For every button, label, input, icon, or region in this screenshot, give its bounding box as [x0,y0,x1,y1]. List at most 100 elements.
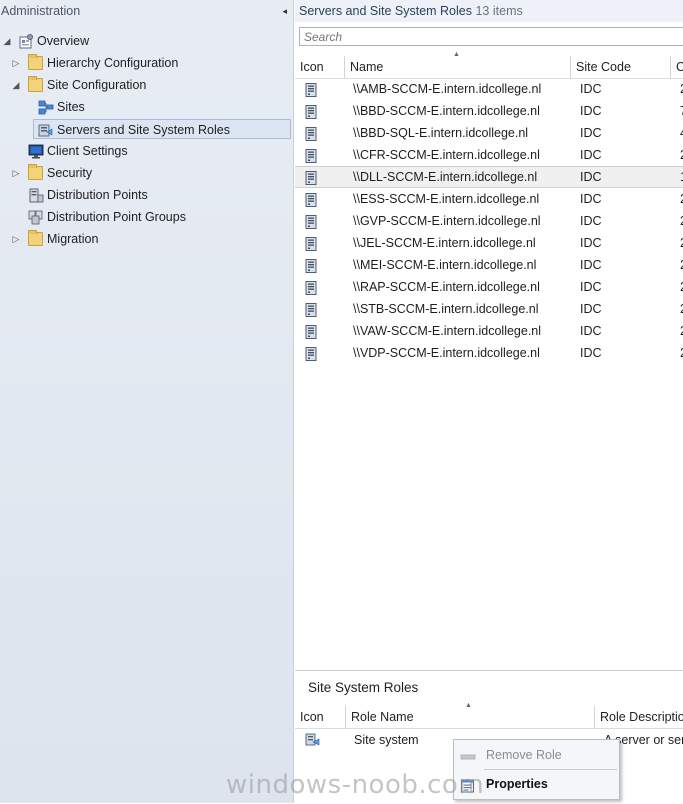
expanded-arrow-icon[interactable]: ◢ [2,31,12,51]
tree-item-label: Site Configuration [47,78,147,92]
server-name-cell: \\STB-SCCM-E.intern.idcollege.nl [353,302,539,316]
monitor-icon [28,144,44,159]
server-list: \\AMB-SCCM-E.intern.idcollege.nlIDC2\\BB… [295,78,683,364]
tree-item-distribution-points[interactable]: Distribution Points [0,185,294,205]
table-row[interactable]: \\BBD-SCCM-E.intern.idcollege.nlIDC7 [295,100,683,122]
table-row[interactable]: \\ESS-SCCM-E.intern.idcollege.nlIDC2 [295,188,683,210]
site-code-cell: IDC [580,82,602,96]
server-icon [305,258,317,273]
search-input[interactable] [299,27,683,46]
column-header-icon[interactable]: Icon [295,706,346,728]
results-pane: Servers and Site System Roles 13 items ▲… [295,0,683,804]
column-header-name[interactable]: Name [345,56,571,78]
table-row[interactable]: \\RAP-SCCM-E.intern.idcollege.nlIDC2 [295,276,683,298]
tree-item-client-settings[interactable]: Client Settings [0,141,294,161]
column-header-icon[interactable]: Icon [295,56,345,78]
site-code-cell: IDC [580,104,602,118]
remove-role-icon [460,748,476,762]
tree-item-migration[interactable]: ▷ Migration [0,229,294,249]
tree-item-label: Security [47,166,93,180]
server-name-cell: \\GVP-SCCM-E.intern.idcollege.nl [353,214,541,228]
table-row[interactable]: \\DLL-SCCM-E.intern.idcollege.nlIDC1 [295,166,683,188]
server-icon [305,302,317,317]
tree-item-site-configuration[interactable]: ◢ Site Configuration [0,75,294,95]
tree-item-security[interactable]: ▷ Security [0,163,294,183]
collapsed-arrow-icon[interactable]: ▷ [11,163,21,183]
server-name-cell: \\DLL-SCCM-E.intern.idcollege.nl [353,170,538,184]
server-icon [305,171,317,185]
table-row[interactable]: \\STB-SCCM-E.intern.idcollege.nlIDC2 [295,298,683,320]
site-code-cell: IDC [580,346,602,360]
results-header: Servers and Site System Roles 13 items [295,0,683,22]
column-header-role-description[interactable]: Role Description [595,706,683,728]
watermark: windows-noob.com [226,770,485,800]
menu-separator [484,769,617,770]
tree-item-label: Client Settings [47,144,128,158]
site-code-cell: IDC [580,324,602,338]
site-code-cell: IDC [580,148,602,162]
table-row[interactable]: \\BBD-SQL-E.intern.idcollege.nlIDC4 [295,122,683,144]
table-row[interactable]: \\VDP-SCCM-E.intern.idcollege.nlIDC2 [295,342,683,364]
folder-icon [28,164,43,180]
tree-item-label: Distribution Point Groups [47,210,186,224]
collapsed-arrow-icon[interactable]: ▷ [11,53,21,73]
server-icon [305,280,317,295]
server-icon [305,126,317,141]
menu-item-label: Properties [486,777,548,791]
site-system-role-icon [305,732,320,747]
column-header-site-code[interactable]: Site Code [571,56,671,78]
site-code-cell: IDC [580,192,602,206]
table-row[interactable]: \\GVP-SCCM-E.intern.idcollege.nlIDC2 [295,210,683,232]
nav-pane-header: Administration ◂ [0,0,293,22]
tree-item-sites[interactable]: Sites [0,97,294,117]
item-count: 13 items [475,4,523,18]
server-icon [305,82,317,97]
tree-item-label: Servers and Site System Roles [57,123,230,137]
server-name-cell: \\CFR-SCCM-E.intern.idcollege.nl [353,148,540,162]
server-icon [305,346,317,361]
results-title: Servers and Site System Roles [299,4,472,18]
tree-item-overview[interactable]: ◢ Overview [0,31,294,51]
table-row[interactable]: \\AMB-SCCM-E.intern.idcollege.nlIDC2 [295,78,683,100]
server-icon [305,192,317,207]
tree-item-hierarchy-configuration[interactable]: ▷ Hierarchy Configuration [0,53,294,73]
server-icon [305,214,317,229]
server-icon [305,324,317,339]
table-row[interactable]: \\JEL-SCCM-E.intern.idcollege.nlIDC2 [295,232,683,254]
folder-icon [28,76,43,92]
site-code-cell: IDC [580,214,602,228]
expanded-arrow-icon[interactable]: ◢ [11,75,21,95]
site-code-cell: IDC [580,236,602,250]
sites-icon [38,100,54,115]
distribution-point-groups-icon [28,210,43,225]
server-name-cell: \\AMB-SCCM-E.intern.idcollege.nl [353,82,542,96]
site-code-cell: IDC [580,258,602,272]
menu-item-label: Remove Role [486,748,562,762]
site-code-cell: IDC [580,280,602,294]
folder-icon [28,230,43,246]
collapse-pane-icon[interactable]: ◂ [282,0,287,22]
menu-item-remove-role[interactable]: Remove Role [454,743,619,767]
overview-icon [18,34,33,49]
server-name-cell: \\BBD-SCCM-E.intern.idcollege.nl [353,104,540,118]
server-name-cell: \\BBD-SQL-E.intern.idcollege.nl [353,126,529,140]
server-name-cell: \\JEL-SCCM-E.intern.idcollege.nl [353,236,536,250]
folder-icon [28,54,43,70]
column-header-c[interactable]: C [671,56,683,78]
server-name-cell: \\VDP-SCCM-E.intern.idcollege.nl [353,346,540,360]
table-row[interactable]: \\CFR-SCCM-E.intern.idcollege.nlIDC2 [295,144,683,166]
tree-item-label: Overview [37,34,90,48]
tree-item-distribution-point-groups[interactable]: Distribution Point Groups [0,207,294,227]
tree-item-label: Hierarchy Configuration [47,56,179,70]
table-row[interactable]: \\VAW-SCCM-E.intern.idcollege.nlIDC2 [295,320,683,342]
column-header-role-name[interactable]: Role Name [346,706,595,728]
roles-column-header-row: Icon Role Name Role Description [295,706,683,729]
server-icon [305,104,317,119]
tree-item-servers-and-site-system-roles[interactable]: Servers and Site System Roles [33,119,291,139]
collapsed-arrow-icon[interactable]: ▷ [11,229,21,249]
site-code-cell: IDC [580,126,602,140]
server-name-cell: \\RAP-SCCM-E.intern.idcollege.nl [353,280,540,294]
distribution-point-icon [28,188,44,203]
table-row[interactable]: \\MEI-SCCM-E.intern.idcollege.nlIDC2 [295,254,683,276]
site-code-cell: IDC [580,302,602,316]
